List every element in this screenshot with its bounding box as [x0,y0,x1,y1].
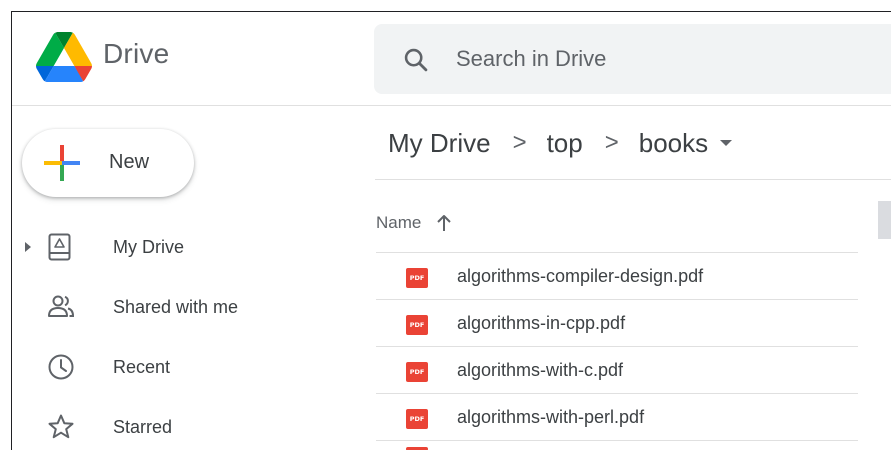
breadcrumb-separator-icon: > [604,129,619,156]
file-row[interactable]: PDF algorithms-with-c.pdf [376,346,858,393]
sidebar-item-my-drive[interactable]: My Drive [20,224,350,274]
sidebar-item-recent[interactable]: Recent [20,344,350,394]
window-left-border [11,11,12,450]
file-name: algorithms-with-perl.pdf [457,407,645,427]
file-name: algorithms-in-cpp.pdf [457,313,626,333]
plus-icon [44,145,80,181]
expand-arrow-icon[interactable] [25,242,31,252]
sidebar-item-label: Starred [113,417,173,437]
search-input[interactable] [456,42,856,76]
drive-logo-icon[interactable] [36,32,92,82]
scrollbar-thumb[interactable] [878,201,891,239]
pdf-file-icon: PDF [406,362,428,382]
breadcrumb-books[interactable]: books [639,128,708,159]
sidebar-item-label: My Drive [113,237,184,257]
file-row-partial[interactable] [376,440,858,450]
file-name: algorithms-with-c.pdf [457,360,624,380]
new-button[interactable]: New [22,129,194,197]
shared-icon [48,295,75,317]
sidebar-item-label: Recent [113,357,171,377]
app-title: Drive [103,38,170,69]
sidebar-item-label: Shared with me [113,297,239,317]
my-drive-icon [48,233,71,261]
breadcrumb-separator-icon: > [512,129,527,156]
breadcrumb: My Drive > top > books [388,125,733,161]
file-name: algorithms-compiler-design.pdf [457,266,704,286]
search-icon[interactable] [402,46,430,74]
sort-arrow-up-icon[interactable] [435,213,453,233]
clock-icon [48,354,74,380]
breadcrumb-divider [375,179,891,180]
chevron-down-icon[interactable] [720,140,733,146]
star-icon [48,414,74,439]
pdf-file-icon: PDF [406,315,428,335]
pdf-file-icon: PDF [406,268,428,288]
window-top-border [11,11,891,12]
new-button-label: New [109,151,150,173]
file-row[interactable]: PDF algorithms-with-perl.pdf [376,393,858,440]
header-divider [12,105,891,106]
sidebar-item-shared-with-me[interactable]: Shared with me [20,284,350,334]
sidebar-item-starred[interactable]: Starred [20,404,350,450]
file-row[interactable]: PDF algorithms-in-cpp.pdf [376,299,858,346]
search-bar[interactable] [374,24,891,94]
breadcrumb-my-drive[interactable]: My Drive [388,128,491,159]
pdf-file-icon: PDF [406,409,428,429]
breadcrumb-top[interactable]: top [547,128,583,159]
file-list-header: Name [376,211,453,235]
file-row[interactable]: PDF algorithms-compiler-design.pdf [376,252,858,299]
column-header-name[interactable]: Name [376,213,421,233]
